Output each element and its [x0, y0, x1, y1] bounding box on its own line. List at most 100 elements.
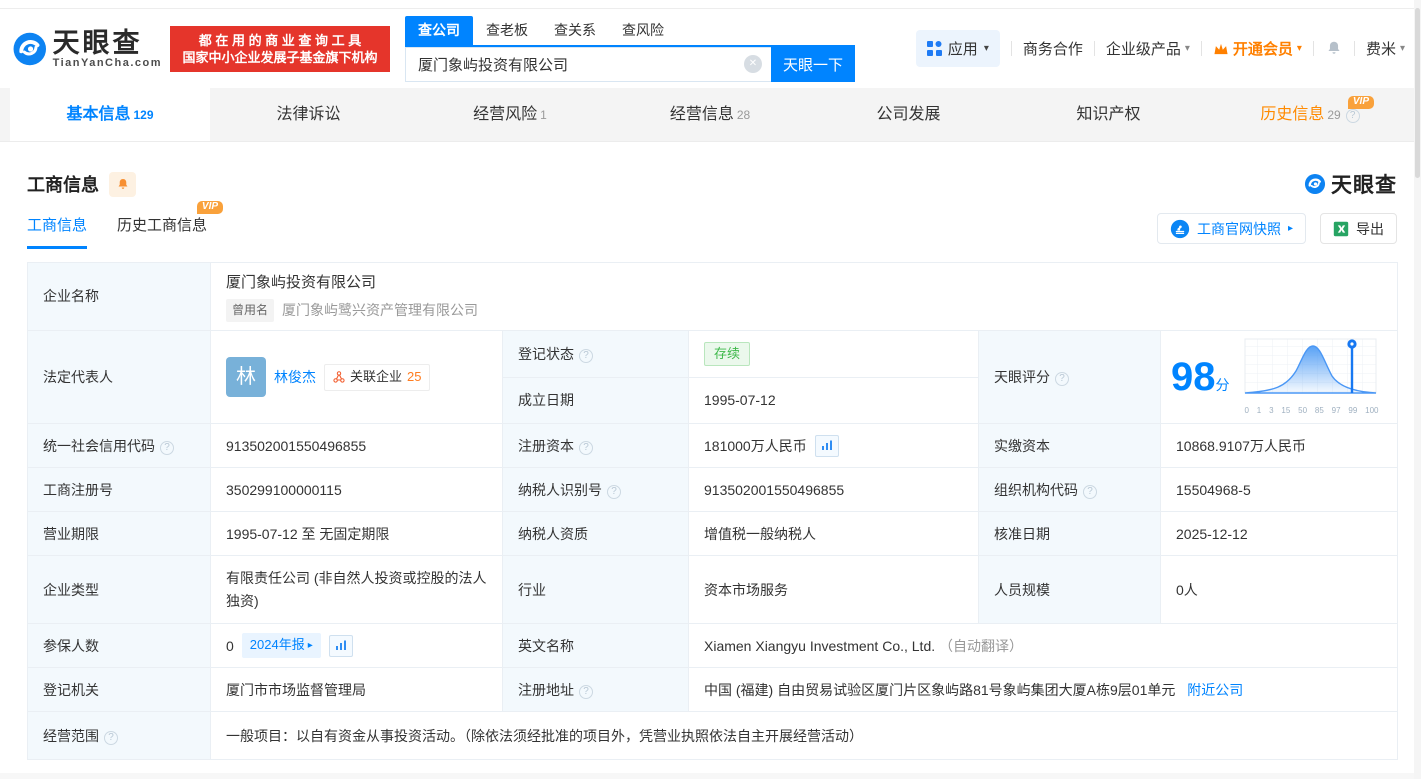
table-row: 工商注册号 350299100000115 纳税人识别号? 9135020015…: [27, 467, 1399, 513]
former-name-value: 厦门象屿鹭兴资产管理有限公司: [282, 302, 479, 319]
help-icon[interactable]: ?: [160, 440, 174, 455]
subtab-business-registration[interactable]: 工商信息: [27, 214, 88, 249]
tab-history-info[interactable]: VIP 历史信息 29?: [1210, 88, 1410, 141]
insured-trend-icon[interactable]: [328, 634, 353, 657]
business-scope-value: 一般项目：以自有资金从事投资活动。（除依法须经批准的项目外，凭营业执照依法自主开…: [209, 711, 1399, 761]
taxpayer-id-label: 纳税人识别号: [518, 481, 602, 498]
score-label: 天眼评分: [994, 369, 1050, 386]
table-row: 企业名称 厦门象屿投资有限公司 曾用名 厦门象屿鹭兴资产管理有限公司: [27, 261, 1399, 332]
subtab-history-registration[interactable]: VIP 历史工商信息: [117, 201, 224, 249]
search-tab-risk[interactable]: 查风险: [609, 16, 677, 45]
help-icon[interactable]: ?: [607, 484, 621, 499]
search-button[interactable]: 天眼一下: [771, 46, 855, 82]
user-menu[interactable]: 费米 ▾: [1366, 38, 1405, 59]
est-date-value: 1995-07-12: [688, 376, 979, 425]
approval-date-label: 核准日期: [978, 511, 1161, 557]
org-code-label: 组织机构代码: [994, 481, 1078, 498]
chevron-down-icon: ▾: [983, 43, 989, 54]
search-box: 查公司 查老板 查关系 查风险 ✕ 天眼一下: [405, 15, 855, 82]
status-badge: 存续: [704, 341, 751, 367]
help-icon[interactable]: ?: [1083, 484, 1097, 499]
company-type-value: 有限责任公司 (非自然人投资或控股的法人独资): [210, 555, 503, 625]
company-type-label: 企业类型: [27, 555, 211, 625]
taxpayer-id-value: 913502001550496855: [688, 467, 979, 513]
excel-icon: [1333, 221, 1349, 236]
business-cooperation-link[interactable]: 商务合作: [1023, 38, 1083, 59]
help-icon[interactable]: ?: [579, 348, 593, 363]
paid-capital-label: 实缴资本: [978, 423, 1161, 469]
legal-rep-name-link[interactable]: 林俊杰: [274, 366, 316, 388]
tab-legal-lawsuits[interactable]: 法律诉讼: [210, 88, 410, 141]
export-button[interactable]: 导出: [1320, 213, 1397, 244]
table-row: 统一社会信用代码? 913502001550496855 注册资本? 18100…: [27, 423, 1399, 469]
tab-operating-risk[interactable]: 经营风险 1: [410, 88, 610, 141]
tab-basic-info[interactable]: 基本信息 129: [10, 88, 210, 141]
reg-authority-label: 登记机关: [27, 667, 211, 713]
score-axis-tick: 99: [1348, 405, 1358, 415]
nearby-companies-link[interactable]: 附近公司: [1187, 682, 1243, 698]
tianyancha-logo[interactable]: 天眼查 TianYanCha.com: [12, 26, 162, 72]
english-name-label: 英文名称: [502, 623, 689, 669]
crown-icon: [1214, 43, 1228, 54]
clear-search-icon[interactable]: ✕: [744, 54, 762, 73]
reg-authority-value: 厦门市市场监督管理局: [210, 667, 503, 713]
scrollbar-thumb[interactable]: [1415, 8, 1420, 178]
search-tab-company[interactable]: 查公司: [405, 15, 473, 45]
reg-address-value: 中国 (福建) 自由贸易试验区厦门片区象屿路81号象屿集团大厦A栋9层01单元: [704, 681, 1176, 698]
company-tabbar: 基本信息 129 法律诉讼 经营风险 1 经营信息 28 公司发展 知识产权 VIP …: [0, 88, 1421, 142]
related-count: 25: [407, 368, 422, 384]
help-icon[interactable]: ?: [1055, 372, 1069, 387]
reg-number-label: 工商注册号: [27, 467, 211, 513]
apps-label: 应用: [947, 41, 978, 58]
vip-upgrade-menu[interactable]: 开通会员 ▾: [1213, 38, 1302, 59]
tab-count: 28: [736, 108, 751, 122]
search-tab-boss[interactable]: 查老板: [473, 16, 541, 45]
enterprise-products-menu[interactable]: 企业级产品 ▾: [1106, 38, 1190, 59]
reg-status-label: 登记状态: [518, 345, 574, 362]
subscribe-bell-button[interactable]: [109, 171, 136, 197]
search-input[interactable]: [405, 46, 771, 82]
annual-report-badge[interactable]: 2024年报 ▸: [241, 633, 321, 659]
tab-label: 经营信息: [669, 106, 734, 123]
apps-menu[interactable]: 应用 ▾: [915, 30, 1000, 67]
table-row: 经营范围? 一般项目：以自有资金从事投资活动。（除依法须经批准的项目外，凭营业执…: [27, 711, 1399, 761]
industry-label: 行业: [502, 555, 689, 625]
tab-label: 公司发展: [876, 106, 941, 123]
tianyancha-logo-icon: [13, 32, 47, 65]
score-axis-tick: 100: [1365, 405, 1379, 415]
enterprise-label: 企业级产品: [1105, 41, 1181, 58]
search-tab-relation[interactable]: 查关系: [541, 16, 609, 45]
help-icon[interactable]: ?: [579, 684, 593, 699]
help-icon[interactable]: ?: [1345, 109, 1360, 123]
paid-capital-value: 10868.9107万人民币: [1159, 423, 1399, 469]
score-axis-tick: 50: [1298, 405, 1308, 415]
vip-label: 开通会员: [1232, 41, 1293, 58]
notification-bell-icon[interactable]: [1325, 39, 1343, 58]
table-row: 参保人数 0 2024年报 ▸ 英文名称 Xiamen Xiangyu Inve…: [27, 623, 1399, 669]
official-snapshot-button[interactable]: 工商官网快照 ▸: [1156, 213, 1306, 244]
capital-trend-icon[interactable]: [814, 434, 839, 457]
site-header: 天眼查 TianYanCha.com 都 在 用 的 商 业 查 询 工 具 国…: [0, 9, 1421, 88]
tab-intellectual-property[interactable]: 知识产权: [1010, 88, 1210, 141]
top-strip: [0, 0, 1421, 9]
tab-business-info[interactable]: 经营信息 28: [610, 88, 810, 141]
bar-chart-icon: [821, 440, 832, 451]
table-row: 法定代表人 林 林俊杰 关联企业 25 登记状态 ? 存续 天眼评分 ? 98分…: [27, 330, 1399, 425]
help-icon[interactable]: ?: [104, 730, 118, 745]
scrollbar[interactable]: [1414, 0, 1421, 779]
tianyancha-watermark: 天眼查: [1304, 169, 1397, 199]
credit-code-label: 统一社会信用代码: [43, 437, 155, 454]
related-companies-badge[interactable]: 关联企业 25: [324, 363, 431, 391]
legal-rep-avatar[interactable]: 林: [226, 357, 266, 398]
score-unit: 分: [1215, 377, 1230, 394]
chevron-down-icon: ▾: [1296, 43, 1302, 54]
tab-company-development[interactable]: 公司发展: [810, 88, 1010, 141]
help-icon[interactable]: ?: [579, 440, 593, 455]
score-value: 98: [1171, 355, 1216, 400]
subtab-label: 历史工商信息: [117, 217, 208, 234]
score-axis-tick: 97: [1331, 405, 1341, 415]
chevron-down-icon: ▾: [1184, 43, 1190, 54]
score-chart-labels: 0 1 3 15 50 85 97 99 100: [1245, 405, 1379, 418]
divider: [1353, 41, 1355, 56]
org-network-icon: [333, 371, 345, 383]
